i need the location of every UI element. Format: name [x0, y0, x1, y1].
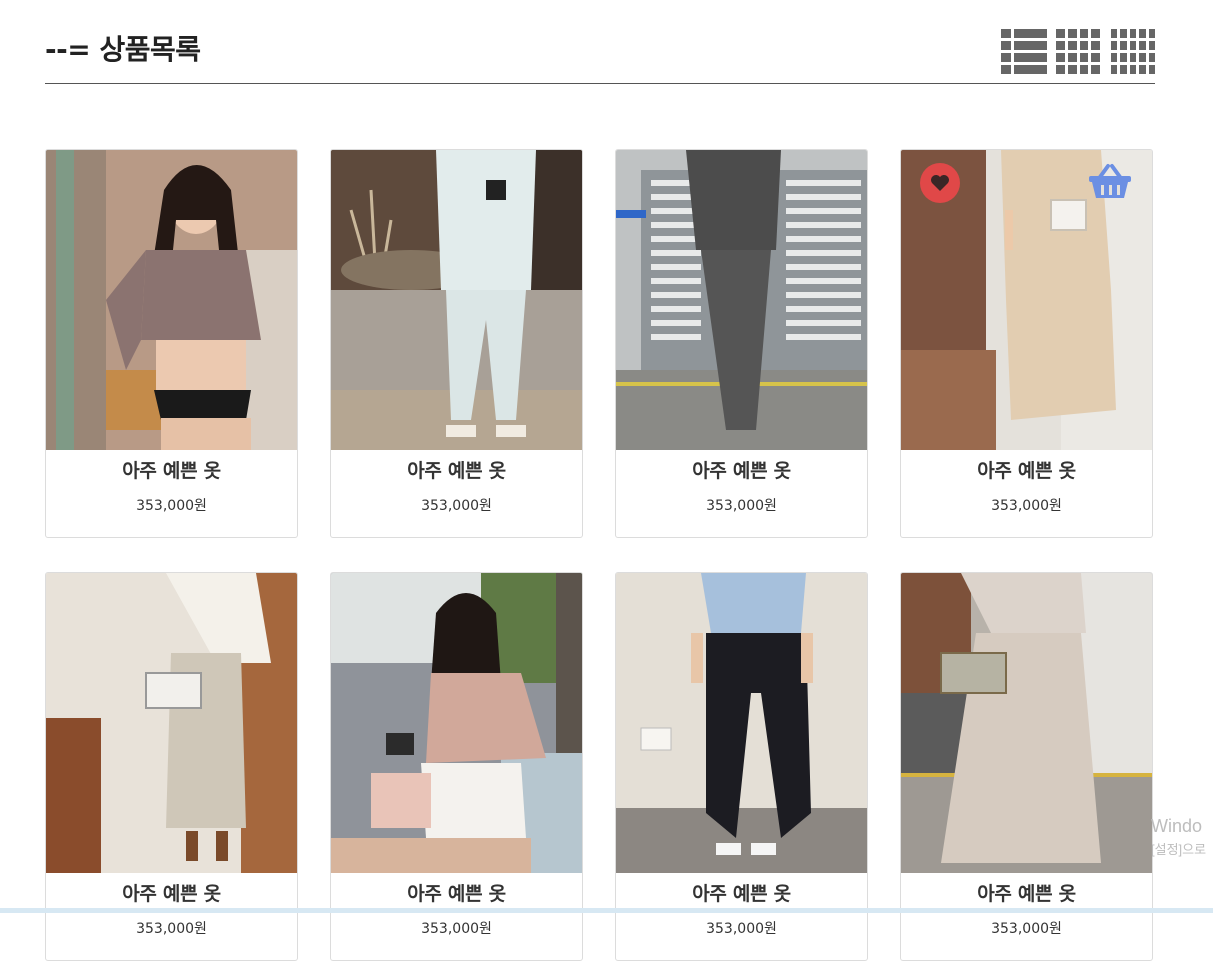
view-mode-toggles [1001, 29, 1155, 74]
product-price: 353,000원 [421, 498, 492, 514]
product-price: 353,000원 [136, 921, 207, 937]
product-card[interactable]: 아주 예쁜 옷 353,000원 [615, 149, 868, 538]
product-image[interactable] [616, 150, 867, 450]
activation-watermark: Windo [설정]으로 [1151, 816, 1213, 858]
basket-icon [1089, 164, 1131, 198]
header-divider [45, 83, 1155, 84]
product-image[interactable] [46, 150, 297, 450]
product-name[interactable]: 아주 예쁜 옷 [616, 456, 867, 483]
list-view-icon[interactable] [1001, 29, 1047, 74]
product-name[interactable]: 아주 예쁜 옷 [331, 879, 582, 906]
page-title: --= 상품목록 [45, 33, 201, 66]
product-price: 353,000원 [991, 921, 1062, 937]
watermark-line-2: [설정]으로 [1151, 842, 1207, 857]
product-name[interactable]: 아주 예쁜 옷 [46, 879, 297, 906]
product-price: 353,000원 [706, 921, 777, 937]
heart-icon [931, 175, 949, 191]
grid-3-view-icon[interactable] [1056, 29, 1100, 74]
product-name[interactable]: 아주 예쁜 옷 [46, 456, 297, 483]
watermark-line-1: Windo [1151, 816, 1203, 836]
product-card[interactable]: 아주 예쁜 옷 353,000원 [900, 149, 1153, 538]
product-image[interactable] [46, 573, 297, 873]
grid-4-view-icon[interactable] [1111, 29, 1155, 74]
product-image[interactable] [331, 150, 582, 450]
product-name[interactable]: 아주 예쁜 옷 [616, 879, 867, 906]
page-header: --= 상품목록 [45, 26, 1155, 84]
product-name[interactable]: 아주 예쁜 옷 [331, 456, 582, 483]
product-price: 353,000원 [991, 498, 1062, 514]
product-name[interactable]: 아주 예쁜 옷 [901, 879, 1152, 906]
product-card[interactable]: 아주 예쁜 옷 353,000원 [900, 572, 1153, 961]
add-to-cart-button[interactable] [1087, 162, 1133, 202]
product-name[interactable]: 아주 예쁜 옷 [901, 456, 1152, 483]
product-price: 353,000원 [706, 498, 777, 514]
product-card[interactable]: 아주 예쁜 옷 353,000원 [330, 572, 583, 961]
product-card[interactable]: 아주 예쁜 옷 353,000원 [615, 572, 868, 961]
product-card[interactable]: 아주 예쁜 옷 353,000원 [45, 149, 298, 538]
bottom-bar [0, 908, 1213, 913]
wishlist-button[interactable] [920, 163, 960, 203]
product-card[interactable]: 아주 예쁜 옷 353,000원 [330, 149, 583, 538]
product-image[interactable] [616, 573, 867, 873]
product-price: 353,000원 [136, 498, 207, 514]
product-card[interactable]: 아주 예쁜 옷 353,000원 [45, 572, 298, 961]
product-image[interactable] [331, 573, 582, 873]
product-image[interactable] [901, 573, 1152, 873]
product-price: 353,000원 [421, 921, 492, 937]
